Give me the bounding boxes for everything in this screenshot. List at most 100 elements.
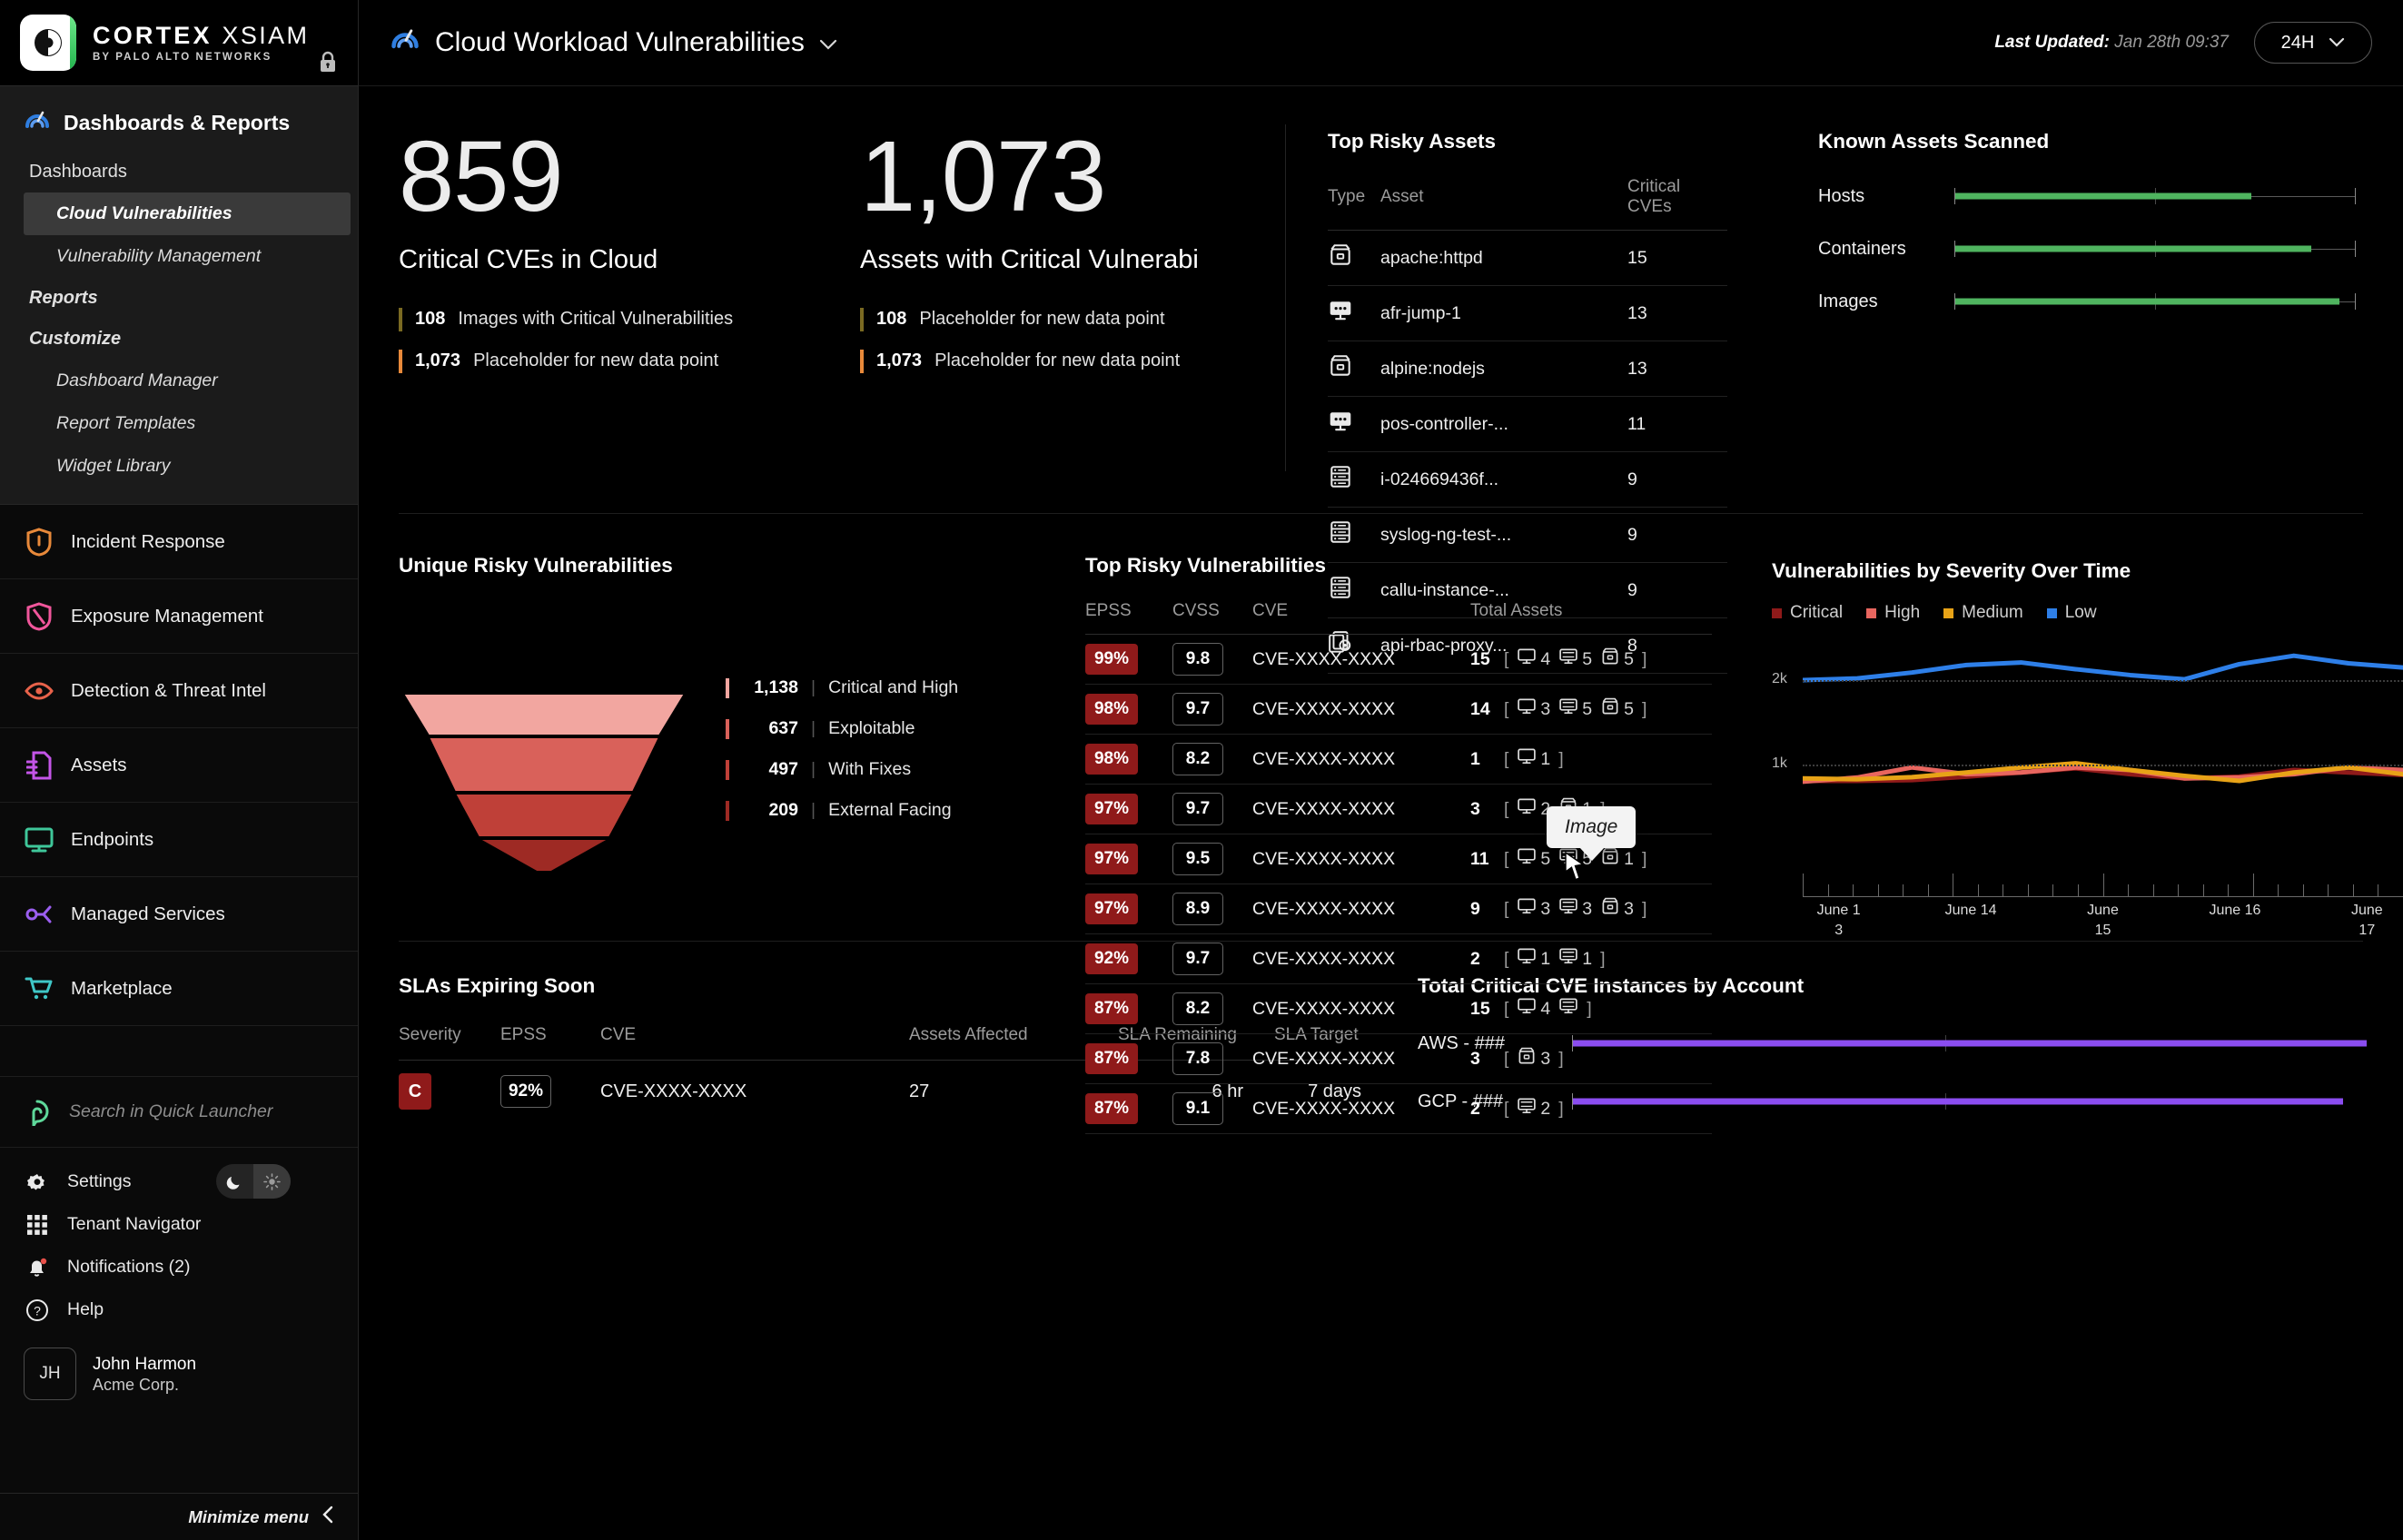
total-assets-cell: 15 [4] [1470, 984, 1712, 1034]
sidebar-item-widget-library[interactable]: Widget Library [24, 445, 358, 488]
sidebar-item-label: Incident Response [71, 531, 225, 553]
status-badge: 98% [1085, 744, 1138, 775]
total-assets-count: 3 [1470, 1049, 1494, 1070]
moon-icon[interactable] [216, 1173, 253, 1190]
table-row[interactable]: apache:httpd 15 [1328, 231, 1727, 286]
asset-breakdown: [4] [1504, 996, 1592, 1022]
cvss-badge: 9.5 [1172, 843, 1223, 875]
asset-breakdown-group [1558, 996, 1578, 1022]
sidebar-item-label: Exposure Management [71, 606, 263, 627]
shield-slash-icon [24, 601, 54, 632]
user-profile[interactable]: JH John Harmon Acme Corp. [0, 1331, 358, 1400]
legend-value: 209 [742, 800, 798, 821]
cortex-logo-icon [20, 15, 76, 71]
sidebar-item-incident-response[interactable]: Incident Response [0, 505, 358, 579]
utility-label: Help [67, 1299, 104, 1320]
dashboard-title-group[interactable]: Cloud Workload Vulnerabilities [390, 24, 837, 62]
subnav-dashboards[interactable]: Dashboards [24, 152, 358, 192]
kpi-sub-text: Placeholder for new data point [919, 309, 1164, 330]
x-axis-tick [2103, 874, 2104, 897]
bullet-endmark [2355, 188, 2356, 204]
subnav-reports[interactable]: Reports [24, 278, 358, 319]
sidebar-item-endpoints[interactable]: Endpoints [0, 803, 358, 877]
sidebar-item-marketplace[interactable]: Marketplace [0, 952, 358, 1026]
sidebar-item-dashboard-manager[interactable]: Dashboard Manager [24, 360, 358, 402]
bullet-track [1954, 239, 2356, 259]
sidebar-item-detection-threat-intel[interactable]: Detection & Threat Intel [0, 654, 358, 728]
main-nav: Incident Response Exposure Management De… [0, 504, 358, 1026]
table-row[interactable]: 99% 9.8 CVE-XXXX-XXXX 15 [455] [1085, 635, 1712, 685]
section-title-row[interactable]: Dashboards & Reports [0, 106, 358, 152]
sidebar-item-notifications[interactable]: Notifications (2) [24, 1246, 334, 1288]
column-header-cve: CVE [600, 1025, 909, 1061]
sun-icon[interactable] [253, 1164, 291, 1199]
asset-breakdown-group: 4 [1517, 996, 1550, 1022]
legend-label: External Facing [828, 800, 951, 821]
table-row[interactable]: alpine:nodejs 13 [1328, 341, 1727, 397]
sidebar-item-help[interactable]: ? Help [24, 1288, 334, 1331]
sidebar-item-label: Managed Services [71, 903, 225, 925]
host-icon [1517, 796, 1537, 822]
funnel-legend: 1,138 | Critical and High 637 | Exploita… [726, 677, 958, 841]
table-row[interactable]: 87% 8.2 CVE-XXXX-XXXX 15 [4] [1085, 984, 1712, 1034]
table-row[interactable]: afr-jump-1 13 [1328, 286, 1727, 341]
x-axis-tick-label: June15 [2087, 901, 2119, 940]
search-input[interactable]: Search in Quick Launcher [0, 1077, 358, 1148]
sidebar-item-report-templates[interactable]: Report Templates [24, 402, 358, 445]
theme-toggle[interactable] [216, 1164, 291, 1199]
asset-breakdown-group: 5 [1600, 696, 1634, 722]
bullet-label: Images [1818, 291, 1954, 312]
legend-item: 209 | External Facing [726, 800, 958, 821]
main-content: Cloud Workload Vulnerabilities Last Upda… [359, 0, 2403, 1540]
row-mid: Unique Risky Vulnerabilities 1,138 | Cri… [359, 514, 2403, 941]
time-range-selector[interactable]: 24H [2254, 22, 2372, 64]
table-row[interactable]: 97% 8.9 CVE-XXXX-XXXX 9 [333] [1085, 884, 1712, 934]
table-row[interactable]: i-024669436f... 9 [1328, 452, 1727, 508]
epss-cell: 87% [1085, 1084, 1172, 1134]
minimize-label: Minimize menu [188, 1507, 309, 1527]
kpi-zone: 859 Critical CVEs in Cloud 108 Images wi… [359, 86, 1285, 513]
cve-id: CVE-XXXX-XXXX [1252, 834, 1470, 884]
status-badge: 98% [1085, 694, 1138, 725]
cvss-badge: 9.1 [1172, 1092, 1223, 1125]
sidebar-item-tenant-navigator[interactable]: Tenant Navigator [24, 1203, 334, 1246]
kpi-subs: 108 Images with Critical Vulnerabilities… [399, 308, 824, 373]
sidebar-item-vulnerability-management[interactable]: Vulnerability Management [24, 235, 358, 278]
table-row[interactable]: 98% 8.2 CVE-XXXX-XXXX 1 [1] [1085, 735, 1712, 785]
sidebar-item-settings[interactable]: Settings [24, 1160, 334, 1203]
status-badge: 87% [1085, 1093, 1138, 1124]
bar-fill [1572, 1099, 2343, 1105]
asset-breakdown-group: 4 [1517, 647, 1550, 672]
sidebar-item-managed-services[interactable]: Managed Services [0, 877, 358, 952]
sidebar-item-label: Detection & Threat Intel [71, 680, 266, 702]
chevron-down-icon[interactable] [819, 27, 837, 58]
minimize-menu-button[interactable]: Minimize menu [0, 1493, 358, 1540]
bell-icon [24, 1256, 51, 1279]
utility-label: Settings [67, 1171, 131, 1192]
epss-cell: 97% [1085, 785, 1172, 834]
svg-text:?: ? [34, 1303, 41, 1318]
cvss-cell: 9.7 [1172, 785, 1252, 834]
asset-breakdown: [1] [1504, 746, 1564, 772]
table-row[interactable]: 92% 9.7 CVE-XXXX-XXXX 2 [11] [1085, 934, 1712, 984]
container-icon [1328, 231, 1380, 286]
table-row[interactable]: pos-controller-... 11 [1328, 397, 1727, 452]
cvss-badge: 9.8 [1172, 643, 1223, 676]
cvss-badge: 8.2 [1172, 992, 1223, 1025]
subnav-customize[interactable]: Customize [24, 319, 358, 360]
lock-icon[interactable] [318, 50, 338, 78]
sidebar-item-exposure-management[interactable]: Exposure Management [0, 579, 358, 654]
bar-fill [1572, 1041, 2367, 1047]
kpi-sub-row: 108 Placeholder for new data point [860, 308, 1285, 331]
x-axis-tick [2028, 884, 2029, 897]
kpi-assets-with-critical: 1,073 Assets with Critical Vulnerabi 108… [860, 130, 1285, 513]
cvss-cell: 8.2 [1172, 984, 1252, 1034]
cvss-badge: 9.7 [1172, 793, 1223, 825]
cve-id: CVE-XXXX-XXXX [1252, 735, 1470, 785]
bullet-track [1954, 291, 2356, 311]
sidebar-item-assets[interactable]: Assets [0, 728, 358, 803]
asset-breakdown: [333] [1504, 896, 1646, 922]
table-row[interactable]: 98% 9.7 CVE-XXXX-XXXX 14 [355] [1085, 685, 1712, 735]
column-header-type: Type [1328, 177, 1380, 231]
sidebar-item-cloud-vulnerabilities[interactable]: Cloud Vulnerabilities [24, 192, 351, 235]
